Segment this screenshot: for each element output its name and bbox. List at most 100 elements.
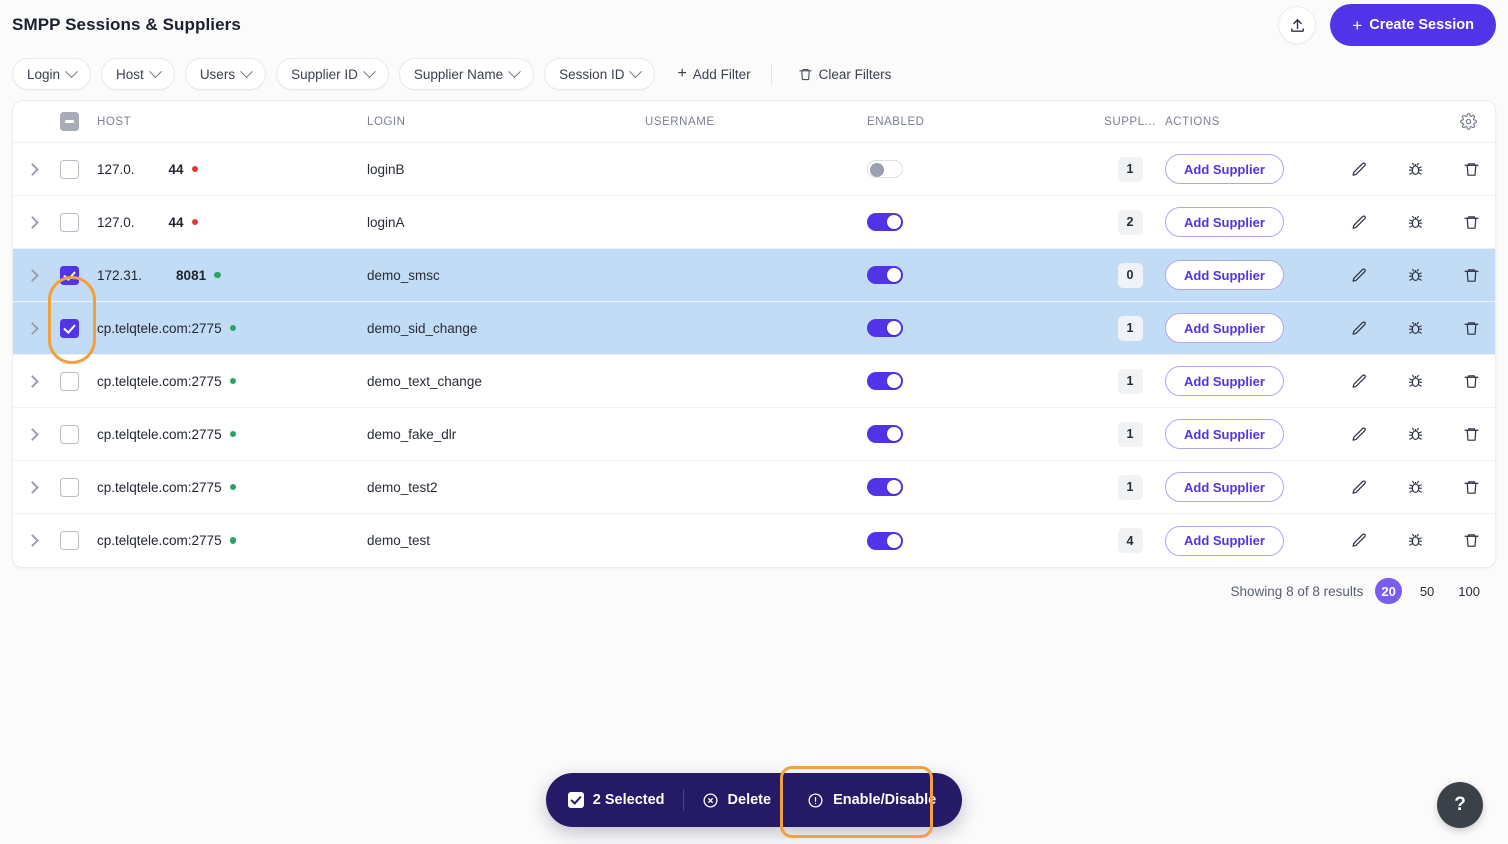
table-row[interactable]: 127.0.44loginA2Add Supplier (13, 196, 1495, 249)
filter-chip-supplier-name[interactable]: Supplier Name (399, 58, 534, 90)
table-row[interactable]: cp.telqtele.com:2775demo_sid_change1Add … (13, 302, 1495, 355)
debug-row-button[interactable] (1388, 214, 1444, 231)
expand-row-button[interactable] (13, 165, 51, 174)
column-header-username[interactable]: USERNAME (645, 116, 867, 128)
filter-chip-supplier-id[interactable]: Supplier ID (276, 58, 389, 90)
debug-row-button[interactable] (1388, 426, 1444, 443)
bulk-delete-button[interactable]: Delete (684, 792, 790, 809)
debug-row-button[interactable] (1388, 161, 1444, 178)
bulk-enable-disable-button[interactable]: Enable/Disable (789, 792, 954, 809)
page-size-50[interactable]: 50 (1414, 578, 1440, 604)
column-header-suppliers[interactable]: SUPPL... (1095, 116, 1165, 128)
row-select-cell (51, 372, 87, 391)
delete-row-button[interactable] (1444, 267, 1496, 284)
row-suppliers-cell: 1 (1095, 316, 1165, 341)
edit-row-button[interactable] (1332, 267, 1388, 284)
delete-row-button[interactable] (1444, 532, 1496, 549)
table-row[interactable]: cp.telqtele.com:2775demo_fake_dlr1Add Su… (13, 408, 1495, 461)
help-button[interactable]: ? (1437, 782, 1483, 828)
add-supplier-button[interactable]: Add Supplier (1165, 260, 1284, 290)
edit-row-button[interactable] (1332, 479, 1388, 496)
expand-row-button[interactable] (13, 218, 51, 227)
delete-row-button[interactable] (1444, 373, 1496, 390)
table-row[interactable]: cp.telqtele.com:2775demo_test21Add Suppl… (13, 461, 1495, 514)
column-header-login[interactable]: LOGIN (367, 116, 645, 128)
edit-row-button[interactable] (1332, 532, 1388, 549)
clear-filters-button[interactable]: Clear Filters (792, 67, 898, 82)
bug-icon (1407, 320, 1424, 337)
expand-row-button[interactable] (13, 483, 51, 492)
table-row[interactable]: 172.31.8081demo_smsc0Add Supplier (13, 249, 1495, 302)
add-supplier-button[interactable]: Add Supplier (1165, 419, 1284, 449)
page-title: SMPP Sessions & Suppliers (12, 15, 241, 35)
debug-row-button[interactable] (1388, 373, 1444, 390)
pencil-icon (1351, 532, 1368, 549)
expand-row-button[interactable] (13, 430, 51, 439)
expand-row-button[interactable] (13, 536, 51, 545)
row-checkbox[interactable] (60, 266, 79, 285)
row-checkbox[interactable] (60, 531, 79, 550)
enabled-toggle[interactable] (867, 160, 903, 178)
row-login-cell: demo_test (367, 533, 645, 548)
table-row[interactable]: cp.telqtele.com:2775demo_test4Add Suppli… (13, 514, 1495, 567)
upload-button[interactable] (1278, 6, 1316, 44)
enabled-toggle[interactable] (867, 213, 903, 231)
expand-row-button[interactable] (13, 377, 51, 386)
row-checkbox[interactable] (60, 372, 79, 391)
add-supplier-button[interactable]: Add Supplier (1165, 366, 1284, 396)
table-row[interactable]: 127.0.44loginB1Add Supplier (13, 143, 1495, 196)
divider (771, 64, 772, 84)
add-supplier-button[interactable]: Add Supplier (1165, 526, 1284, 556)
row-actions-cell: Add Supplier (1165, 260, 1496, 290)
column-header-host[interactable]: HOST (87, 116, 367, 128)
expand-row-button[interactable] (13, 324, 51, 333)
debug-row-button[interactable] (1388, 267, 1444, 284)
table-settings-button[interactable] (1220, 113, 1495, 130)
row-checkbox[interactable] (60, 160, 79, 179)
filter-chip-host[interactable]: Host (101, 58, 175, 90)
add-supplier-button[interactable]: Add Supplier (1165, 313, 1284, 343)
edit-row-button[interactable] (1332, 320, 1388, 337)
edit-row-button[interactable] (1332, 426, 1388, 443)
row-host-port: 44 (169, 162, 184, 177)
row-login-cell: demo_smsc (367, 268, 645, 283)
page-size-100[interactable]: 100 (1452, 578, 1486, 604)
add-supplier-button[interactable]: Add Supplier (1165, 472, 1284, 502)
column-header-enabled[interactable]: ENABLED (867, 116, 1095, 128)
add-supplier-button[interactable]: Add Supplier (1165, 154, 1284, 184)
toggle-knob (887, 427, 901, 441)
select-all-checkbox[interactable] (60, 112, 79, 131)
edit-row-button[interactable] (1332, 214, 1388, 231)
filter-chip-users[interactable]: Users (185, 58, 266, 90)
enabled-toggle[interactable] (867, 319, 903, 337)
row-checkbox[interactable] (60, 213, 79, 232)
enabled-toggle[interactable] (867, 532, 903, 550)
edit-row-button[interactable] (1332, 373, 1388, 390)
delete-row-button[interactable] (1444, 161, 1496, 178)
table-row[interactable]: cp.telqtele.com:2775demo_text_change1Add… (13, 355, 1495, 408)
enabled-toggle[interactable] (867, 266, 903, 284)
row-checkbox[interactable] (60, 425, 79, 444)
delete-row-button[interactable] (1444, 426, 1496, 443)
row-checkbox[interactable] (60, 478, 79, 497)
expand-row-button[interactable] (13, 271, 51, 280)
debug-row-button[interactable] (1388, 479, 1444, 496)
create-session-button[interactable]: + Create Session (1330, 4, 1496, 46)
trash-icon (1463, 373, 1480, 390)
status-dot-red (192, 166, 199, 173)
debug-row-button[interactable] (1388, 320, 1444, 337)
delete-row-button[interactable] (1444, 214, 1496, 231)
add-supplier-button[interactable]: Add Supplier (1165, 207, 1284, 237)
filter-chip-login[interactable]: Login (12, 58, 91, 90)
enabled-toggle[interactable] (867, 425, 903, 443)
delete-row-button[interactable] (1444, 479, 1496, 496)
enabled-toggle[interactable] (867, 372, 903, 390)
debug-row-button[interactable] (1388, 532, 1444, 549)
edit-row-button[interactable] (1332, 161, 1388, 178)
row-checkbox[interactable] (60, 319, 79, 338)
page-size-20[interactable]: 20 (1375, 578, 1401, 604)
enabled-toggle[interactable] (867, 478, 903, 496)
add-filter-button[interactable]: + Add Filter (671, 65, 756, 83)
filter-chip-session-id[interactable]: Session ID (544, 58, 655, 90)
delete-row-button[interactable] (1444, 320, 1496, 337)
